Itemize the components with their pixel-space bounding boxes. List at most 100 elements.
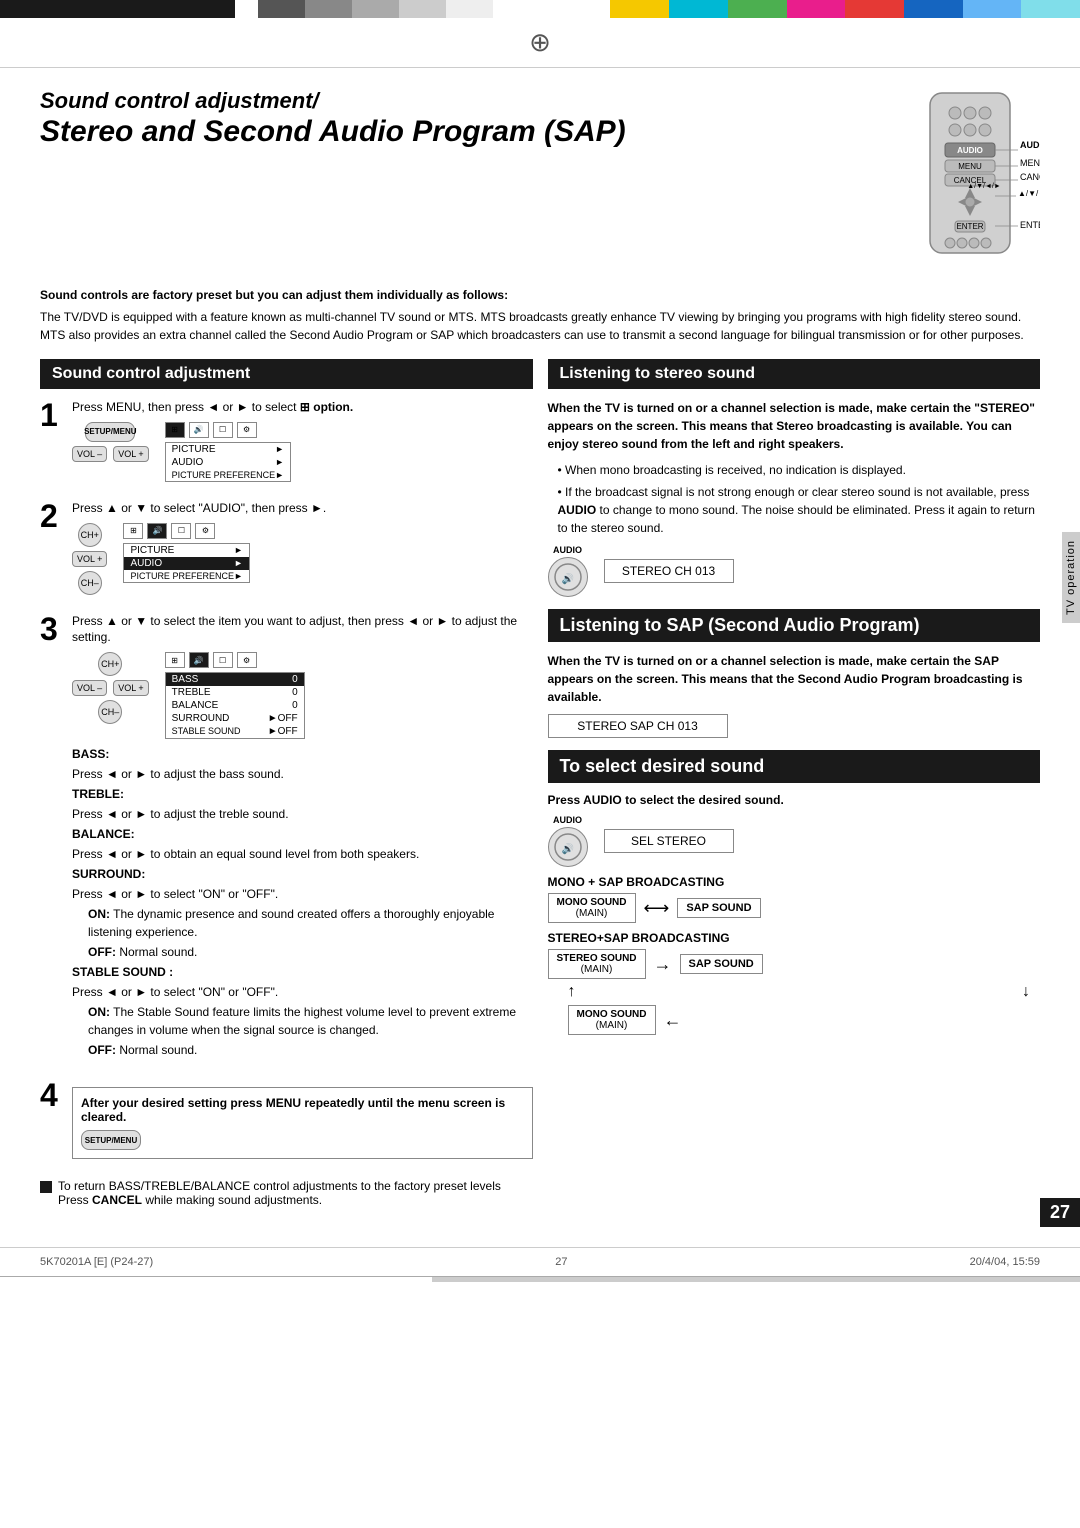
footer-right: 20/4/04, 15:59 <box>970 1256 1040 1268</box>
svg-text:ENTER: ENTER <box>956 222 983 231</box>
menu-icon-2c: ☐ <box>171 523 191 539</box>
svg-text:ENTER: ENTER <box>1020 220 1040 230</box>
step-2-text: Press ▲ or ▼ to select "AUDIO", then pre… <box>72 500 533 517</box>
menu-icon-4: ⚙ <box>237 422 257 438</box>
stable-off-label: OFF: <box>88 1043 116 1057</box>
stereo-sap-flow: STEREO SOUND(MAIN) → SAP SOUND ↑ ↓ MONO … <box>548 949 1041 1035</box>
surround-label: SURROUND: <box>72 867 145 881</box>
svg-text:🔊: 🔊 <box>561 842 573 855</box>
tv-display-stereo: STEREO CH 013 <box>604 559 734 583</box>
left-column: Sound control adjustment 1 Press MENU, t… <box>40 359 533 1207</box>
audio-display-stereo: AUDIO 🔊 STEREO CH 013 <box>548 545 1041 597</box>
svg-text:▲/▼/◄/►: ▲/▼/◄/► <box>1018 189 1040 198</box>
sap-header: Listening to SAP (Second Audio Program) <box>548 609 1041 642</box>
sap-text: When the TV is turned on or a channel se… <box>548 652 1041 706</box>
menu-icons-3: ⊞ 🔊 ☐ ⚙ <box>165 652 305 668</box>
step-4: 4 After your desired setting press MENU … <box>40 1079 533 1167</box>
remote-diagram: AUDIO MENU CANCEL ▲/▼/◄/► ENTER <box>900 88 1040 271</box>
step-3-content: Press ▲ or ▼ to select the item you want… <box>72 613 533 1068</box>
top-color-bar <box>0 0 1080 18</box>
menu-item-audio: AUDIO► <box>166 456 290 469</box>
remote-svg: AUDIO MENU CANCEL ▲/▼/◄/► ENTER <box>900 88 1040 268</box>
menu-icon-3: ☐ <box>213 422 233 438</box>
select-instruction: Press AUDIO to select the desired sound. <box>548 793 1041 807</box>
left-section-header: Sound control adjustment <box>40 359 533 389</box>
down-arrow-icon: ↑ <box>568 983 576 1001</box>
vol-minus-btn: VOL – <box>72 446 107 462</box>
menu-item-picture-pref-2: PICTURE PREFERENCE► <box>124 570 248 582</box>
sap-sound-box-2: SAP SOUND <box>680 954 763 974</box>
treble-text: Press ◄ or ► to adjust the treble sound. <box>72 805 533 823</box>
step-2-number: 2 <box>40 500 64 532</box>
sound-settings: BASS: Press ◄ or ► to adjust the bass so… <box>72 745 533 1059</box>
stereo-sap-arrow1: → <box>654 954 672 975</box>
mono-sound-box: MONO SOUND(MAIN) <box>548 893 636 923</box>
menu-item-picture-2: PICTURE► <box>124 544 248 557</box>
menu-item-picture-pref: PICTURE PREFERENCE► <box>166 469 290 481</box>
setup-menu-btn: SETUP/MENU <box>85 422 135 442</box>
balance-text: Press ◄ or ► to obtain an equal sound le… <box>72 845 533 863</box>
step-2-diagram: CH+ VOL + CH– ⊞ 🔊 ☐ ⚙ <box>72 523 533 595</box>
tv-display-sap: STEREO SAP CH 013 <box>548 714 728 738</box>
svg-text:AUDIO: AUDIO <box>957 146 983 155</box>
stable-text: Press ◄ or ► to select "ON" or "OFF". <box>72 983 533 1001</box>
bottom-note-text: To return BASS/TREBLE/BALANCE control ad… <box>58 1179 501 1207</box>
step-4-box: After your desired setting press MENU re… <box>72 1087 533 1159</box>
balance-row: BALANCE0 <box>166 699 304 712</box>
footer-center: 27 <box>555 1256 567 1268</box>
vol-plus-btn: VOL + <box>113 446 148 462</box>
tv-display-select: SEL STEREO <box>604 829 734 853</box>
menu-icon-2b: 🔊 <box>147 523 167 539</box>
menu-icon-2a: ⊞ <box>123 523 143 539</box>
step-3-number: 3 <box>40 613 64 645</box>
mono-sap-title: MONO + SAP BROADCASTING <box>548 875 1041 889</box>
header-area: ⊕ <box>0 18 1080 68</box>
stereo-text: When the TV is turned on or a channel se… <box>548 399 1041 453</box>
page-number: 27 <box>1040 1198 1080 1227</box>
setup-menu-btn-4: SETUP/MENU <box>81 1130 141 1150</box>
square-icon <box>40 1181 52 1193</box>
audio-label-select: AUDIO <box>553 815 582 825</box>
stable-on-label: ON: <box>88 1005 110 1019</box>
footer: 5K70201A [E] (P24-27) 27 20/4/04, 15:59 <box>0 1247 1080 1276</box>
menu-icon-3b: 🔊 <box>189 652 209 668</box>
svg-text:AUDIO: AUDIO <box>1020 140 1040 150</box>
ch-minus-btn: CH– <box>78 571 102 595</box>
audio-button-stereo[interactable]: 🔊 <box>548 557 588 597</box>
step-4-number: 4 <box>40 1079 64 1111</box>
ch-plus-btn: CH+ <box>78 523 102 547</box>
bass-text: Press ◄ or ► to adjust the bass sound. <box>72 765 533 783</box>
audio-button-select[interactable]: 🔊 <box>548 827 588 867</box>
intro-bold: Sound controls are factory preset but yo… <box>40 286 1040 304</box>
menu-box-1: PICTURE► AUDIO► PICTURE PREFERENCE► <box>165 442 291 482</box>
stereo-header: Listening to stereo sound <box>548 359 1041 389</box>
right-column: Listening to stereo sound When the TV is… <box>548 359 1041 1207</box>
menu-icon-3a: ⊞ <box>165 652 185 668</box>
bottom-note-line2: Press CANCEL while making sound adjustme… <box>58 1193 501 1207</box>
svg-text:CANCEL: CANCEL <box>1020 172 1040 182</box>
menu-icon-2: 🔊 <box>189 422 209 438</box>
sap-display: STEREO SAP CH 013 <box>548 714 1041 738</box>
ch-minus-btn-3: CH– <box>98 700 122 724</box>
audio-label-stereo: AUDIO <box>553 545 582 555</box>
tv-operation-label: TV operation <box>1062 532 1080 623</box>
bass-menu: BASS0 TREBLE0 BALANCE0 SURROUND►OFF STAB… <box>165 672 305 739</box>
select-sound-section: To select desired sound Press AUDIO to s… <box>548 750 1041 1035</box>
stereo-para1: When the TV is turned on or a channel se… <box>548 399 1041 453</box>
mono-sap-boxes: MONO SOUND(MAIN) ⟷ SAP SOUND <box>548 893 1041 923</box>
stereo-bullet1: When mono broadcasting is received, no i… <box>558 461 1041 479</box>
intro-para1: The TV/DVD is equipped with a feature kn… <box>40 310 1021 324</box>
footer-left: 5K70201A [E] (P24-27) <box>40 1256 153 1268</box>
surround-on-label: ON: <box>88 907 110 921</box>
step-1: 1 Press MENU, then press ◄ or ► to selec… <box>40 399 533 488</box>
step-1-text: Press MENU, then press ◄ or ► to select … <box>72 399 533 416</box>
step-4-text: After your desired setting press MENU re… <box>81 1096 524 1124</box>
menu-icons: ⊞ 🔊 ☐ ⚙ <box>165 422 291 438</box>
surround-on-text: The dynamic presence and sound created o… <box>88 907 494 939</box>
menu-item-audio-highlighted: AUDIO► <box>124 557 248 570</box>
menu-icon-3c: ☐ <box>213 652 233 668</box>
step-2: 2 Press ▲ or ▼ to select "AUDIO", then p… <box>40 500 533 601</box>
stereo-section: Listening to stereo sound When the TV is… <box>548 359 1041 597</box>
svg-text:▲/▼/◄/►: ▲/▼/◄/► <box>967 183 1001 190</box>
svg-text:MENU: MENU <box>958 162 982 171</box>
